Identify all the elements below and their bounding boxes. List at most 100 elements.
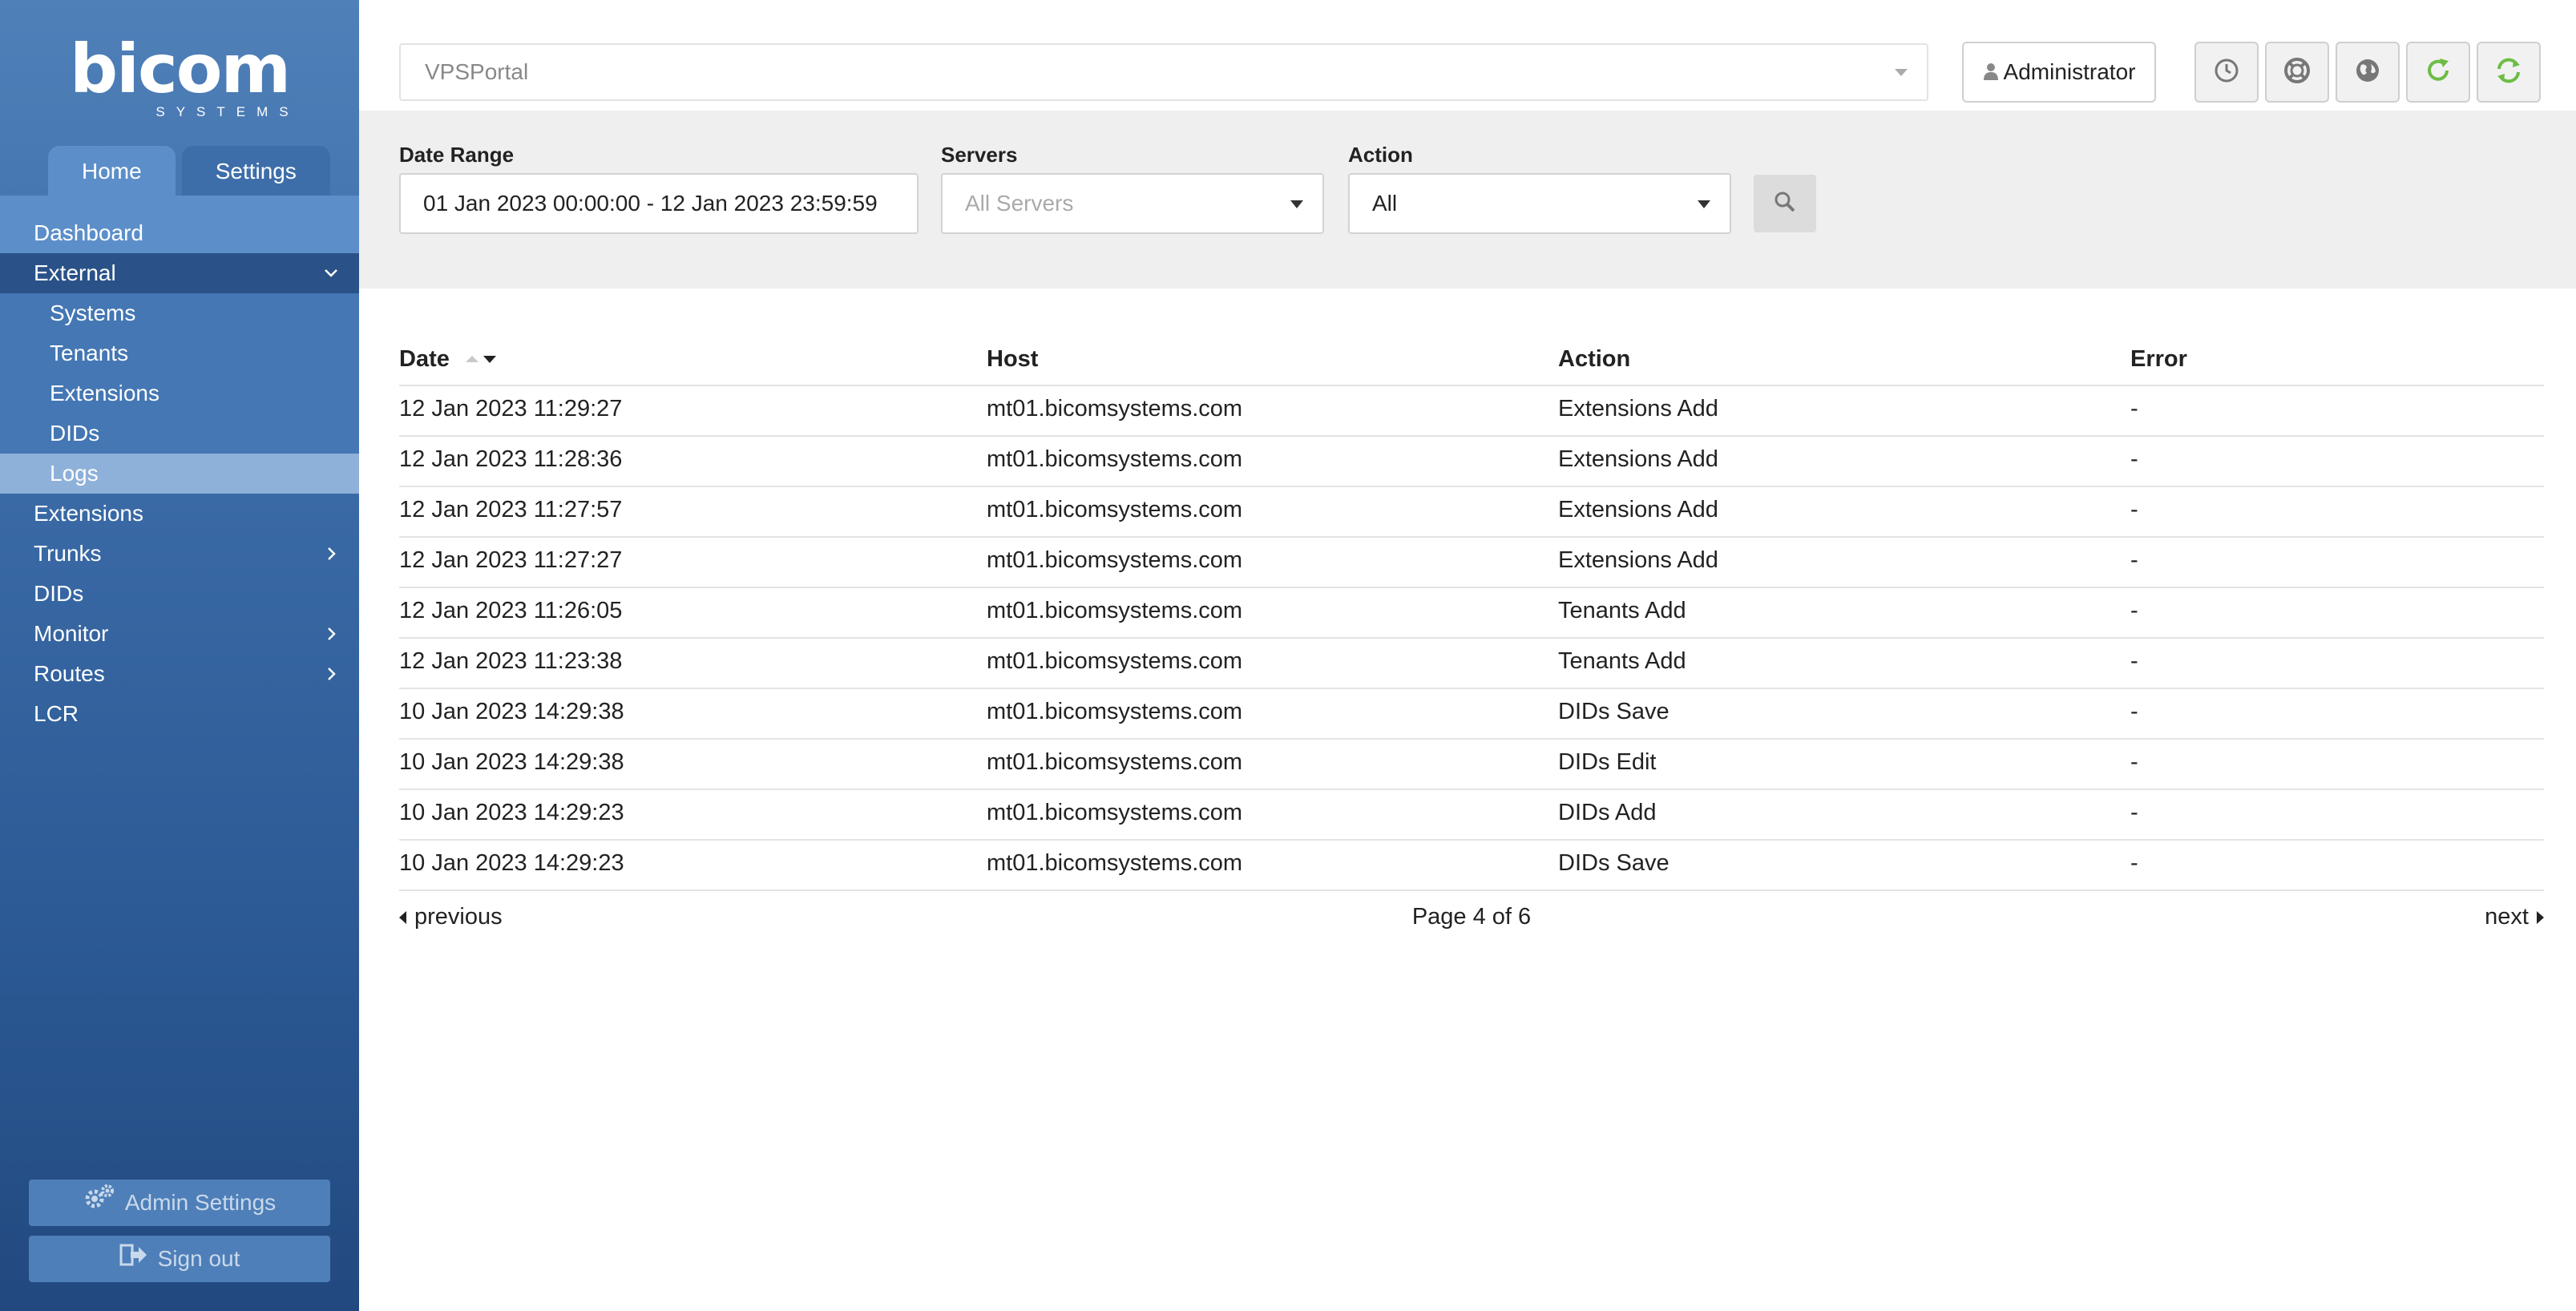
globe-icon bbox=[2354, 57, 2381, 88]
date-range-label: Date Range bbox=[399, 143, 515, 167]
cell-error: - bbox=[2130, 446, 2138, 472]
table-row: 10 Jan 2023 14:29:38 mt01.bicomsystems.co… bbox=[399, 740, 2544, 790]
sidebar-item-trunks[interactable]: Trunks bbox=[0, 534, 359, 574]
action-value: All bbox=[1372, 191, 1398, 216]
cell-error: - bbox=[2130, 598, 2138, 623]
sidebar-item-label: DIDs bbox=[50, 421, 100, 446]
cell-date: 12 Jan 2023 11:28:36 bbox=[399, 446, 623, 472]
sidebar-item-label: Tenants bbox=[50, 341, 129, 365]
sidebar-item-external-dids[interactable]: DIDs bbox=[0, 413, 359, 454]
sidebar-item-dids[interactable]: DIDs bbox=[0, 574, 359, 614]
caret-down-icon bbox=[1698, 200, 1710, 208]
table-body: 12 Jan 2023 11:29:27 mt01.bicomsystems.co… bbox=[399, 386, 2544, 891]
bicom-logo: bicom SYSTEMS bbox=[0, 35, 359, 120]
sidebar-item-dashboard[interactable]: Dashboard bbox=[0, 213, 359, 253]
sidebar-item-extensions[interactable]: Extensions bbox=[0, 494, 359, 534]
cell-error: - bbox=[2130, 396, 2138, 422]
sort-icon bbox=[464, 347, 499, 373]
cell-action: DIDs Save bbox=[1558, 699, 1670, 724]
cell-host: mt01.bicomsystems.com bbox=[987, 396, 1243, 422]
cell-host: mt01.bicomsystems.com bbox=[987, 699, 1243, 724]
cell-error: - bbox=[2130, 800, 2138, 825]
cell-date: 12 Jan 2023 11:26:05 bbox=[399, 598, 623, 623]
sidebar-item-external-extensions[interactable]: Extensions bbox=[0, 373, 359, 413]
lifebuoy-icon bbox=[2283, 56, 2312, 89]
caret-right-icon bbox=[2537, 911, 2544, 925]
table-row: 12 Jan 2023 11:23:38 mt01.bicomsystems.co… bbox=[399, 639, 2544, 689]
cell-date: 10 Jan 2023 14:29:23 bbox=[399, 850, 624, 876]
sidebar-item-tenants[interactable]: Tenants bbox=[0, 333, 359, 373]
sidebar-item-label: Extensions bbox=[34, 501, 143, 526]
sign-out-button[interactable]: Sign out bbox=[29, 1236, 330, 1282]
sidebar-item-lcr[interactable]: LCR bbox=[0, 694, 359, 734]
table-row: 12 Jan 2023 11:28:36 mt01.bicomsystems.co… bbox=[399, 437, 2544, 487]
reload-button[interactable] bbox=[2406, 42, 2470, 103]
sidebar-tabs: Home Settings bbox=[48, 146, 330, 196]
sync-button[interactable] bbox=[2477, 42, 2541, 103]
sidebar-item-external[interactable]: External bbox=[0, 253, 359, 293]
cell-action: Extensions Add bbox=[1558, 446, 1718, 472]
user-icon bbox=[1983, 45, 1999, 103]
table-row: 10 Jan 2023 14:29:23 mt01.bicomsystems.co… bbox=[399, 790, 2544, 841]
table-row: 12 Jan 2023 11:27:57 mt01.bicomsystems.co… bbox=[399, 487, 2544, 538]
sidebar-item-label: Systems bbox=[50, 301, 136, 325]
cell-error: - bbox=[2130, 699, 2138, 724]
cell-action: DIDs Save bbox=[1558, 850, 1670, 876]
support-button[interactable] bbox=[2265, 42, 2329, 103]
caret-down-icon bbox=[1895, 69, 1908, 76]
sidebar-item-monitor[interactable]: Monitor bbox=[0, 614, 359, 654]
table-row: 12 Jan 2023 11:29:27 mt01.bicomsystems.co… bbox=[399, 386, 2544, 437]
cell-action: Extensions Add bbox=[1558, 396, 1718, 422]
tab-home[interactable]: Home bbox=[48, 146, 176, 196]
table-row: 12 Jan 2023 11:26:05 mt01.bicomsystems.co… bbox=[399, 588, 2544, 639]
column-header-label: Date bbox=[399, 346, 450, 372]
column-header-error[interactable]: Error bbox=[2130, 346, 2187, 373]
sidebar-item-label: Extensions bbox=[50, 381, 159, 405]
page-indicator: Page 4 of 6 bbox=[1411, 904, 1532, 930]
sidebar-item-systems[interactable]: Systems bbox=[0, 293, 359, 333]
language-button[interactable] bbox=[2336, 42, 2400, 103]
cell-host: mt01.bicomsystems.com bbox=[987, 850, 1243, 876]
cell-action: Extensions Add bbox=[1558, 497, 1718, 522]
administrator-button[interactable]: Administrator bbox=[1962, 42, 2156, 103]
table-row: 12 Jan 2023 11:27:27 mt01.bicomsystems.co… bbox=[399, 538, 2544, 588]
sidebar-item-label: Trunks bbox=[34, 541, 102, 566]
search-icon bbox=[1773, 190, 1797, 218]
column-header-host[interactable]: Host bbox=[987, 346, 1038, 373]
clock-icon bbox=[2213, 57, 2240, 88]
admin-settings-label: Admin Settings bbox=[124, 1190, 277, 1215]
cell-date: 12 Jan 2023 11:29:27 bbox=[399, 396, 623, 422]
sidebar-item-label: Dashboard bbox=[34, 220, 143, 245]
logo-subtext: SYSTEMS bbox=[155, 104, 300, 119]
next-page-button[interactable]: next bbox=[2485, 904, 2544, 930]
date-range-input[interactable]: 01 Jan 2023 00:00:00 - 12 Jan 2023 23:59… bbox=[399, 173, 919, 234]
administrator-label: Administrator bbox=[2003, 59, 2136, 84]
servers-label: Servers bbox=[941, 143, 1018, 167]
action-select[interactable]: All bbox=[1348, 173, 1731, 234]
sign-out-icon bbox=[119, 1237, 148, 1284]
logo-text: bicom bbox=[70, 30, 291, 108]
cell-host: mt01.bicomsystems.com bbox=[987, 497, 1243, 522]
cell-date: 12 Jan 2023 11:27:57 bbox=[399, 497, 623, 522]
table-row: 10 Jan 2023 14:29:38 mt01.bicomsystems.co… bbox=[399, 689, 2544, 740]
history-button[interactable] bbox=[2194, 42, 2259, 103]
cell-date: 12 Jan 2023 11:27:27 bbox=[399, 547, 623, 573]
column-header-date[interactable]: Date bbox=[399, 346, 499, 373]
nav-top-strip bbox=[0, 196, 359, 213]
sidebar-item-routes[interactable]: Routes bbox=[0, 654, 359, 694]
tab-settings[interactable]: Settings bbox=[181, 146, 330, 196]
column-header-action[interactable]: Action bbox=[1558, 346, 1630, 373]
cell-host: mt01.bicomsystems.com bbox=[987, 800, 1243, 825]
cell-host: mt01.bicomsystems.com bbox=[987, 648, 1243, 674]
servers-select[interactable]: All Servers bbox=[941, 173, 1324, 234]
cell-action: DIDs Add bbox=[1558, 800, 1657, 825]
admin-settings-button[interactable]: Admin Settings bbox=[29, 1180, 330, 1226]
sidebar-nav: Dashboard External Systems Tenants Exten… bbox=[0, 196, 359, 734]
search-button[interactable] bbox=[1754, 175, 1816, 232]
cell-host: mt01.bicomsystems.com bbox=[987, 547, 1243, 573]
portal-select[interactable]: VPSPortal bbox=[399, 43, 1928, 101]
cell-error: - bbox=[2130, 749, 2138, 775]
sidebar-item-logs[interactable]: Logs bbox=[0, 454, 359, 494]
sign-out-label: Sign out bbox=[157, 1246, 240, 1271]
cell-error: - bbox=[2130, 850, 2138, 876]
